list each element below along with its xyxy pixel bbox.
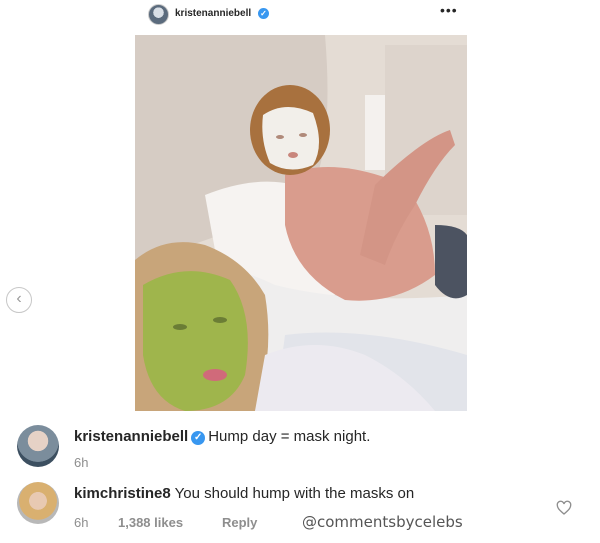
caption-comment: kristenanniebell ✓ Hump day = mask night. bbox=[74, 428, 370, 445]
reply-button[interactable]: Reply bbox=[222, 515, 257, 530]
post-header: kristenanniebell ✓ ••• bbox=[0, 0, 600, 30]
post-image bbox=[135, 35, 467, 411]
avatar[interactable] bbox=[17, 482, 59, 524]
comment-text: Hump day = mask night. bbox=[208, 428, 371, 445]
avatar[interactable] bbox=[148, 4, 169, 25]
comment-username[interactable]: kristenanniebell bbox=[74, 428, 188, 445]
verified-badge-icon: ✓ bbox=[191, 431, 206, 445]
comment-timestamp[interactable]: 6h bbox=[74, 455, 88, 470]
verified-badge-icon: ✓ bbox=[258, 8, 269, 19]
avatar[interactable] bbox=[17, 425, 59, 467]
comment-likes[interactable]: 1,388 likes bbox=[118, 515, 183, 530]
comment-username[interactable]: kimchristine8 bbox=[74, 485, 171, 502]
carousel-prev-button[interactable]: ‹ bbox=[6, 287, 32, 313]
like-heart-icon[interactable] bbox=[556, 500, 572, 516]
header-username[interactable]: kristenanniebell bbox=[175, 8, 251, 19]
post-image-illustration bbox=[135, 35, 467, 411]
reply-comment: kimchristine8 You should hump with the m… bbox=[74, 485, 414, 502]
comment-timestamp[interactable]: 6h bbox=[74, 515, 88, 530]
watermark: @commentsbycelebs bbox=[302, 513, 463, 531]
more-options-icon[interactable]: ••• bbox=[440, 2, 458, 18]
comment-text: You should hump with the masks on bbox=[174, 485, 415, 502]
